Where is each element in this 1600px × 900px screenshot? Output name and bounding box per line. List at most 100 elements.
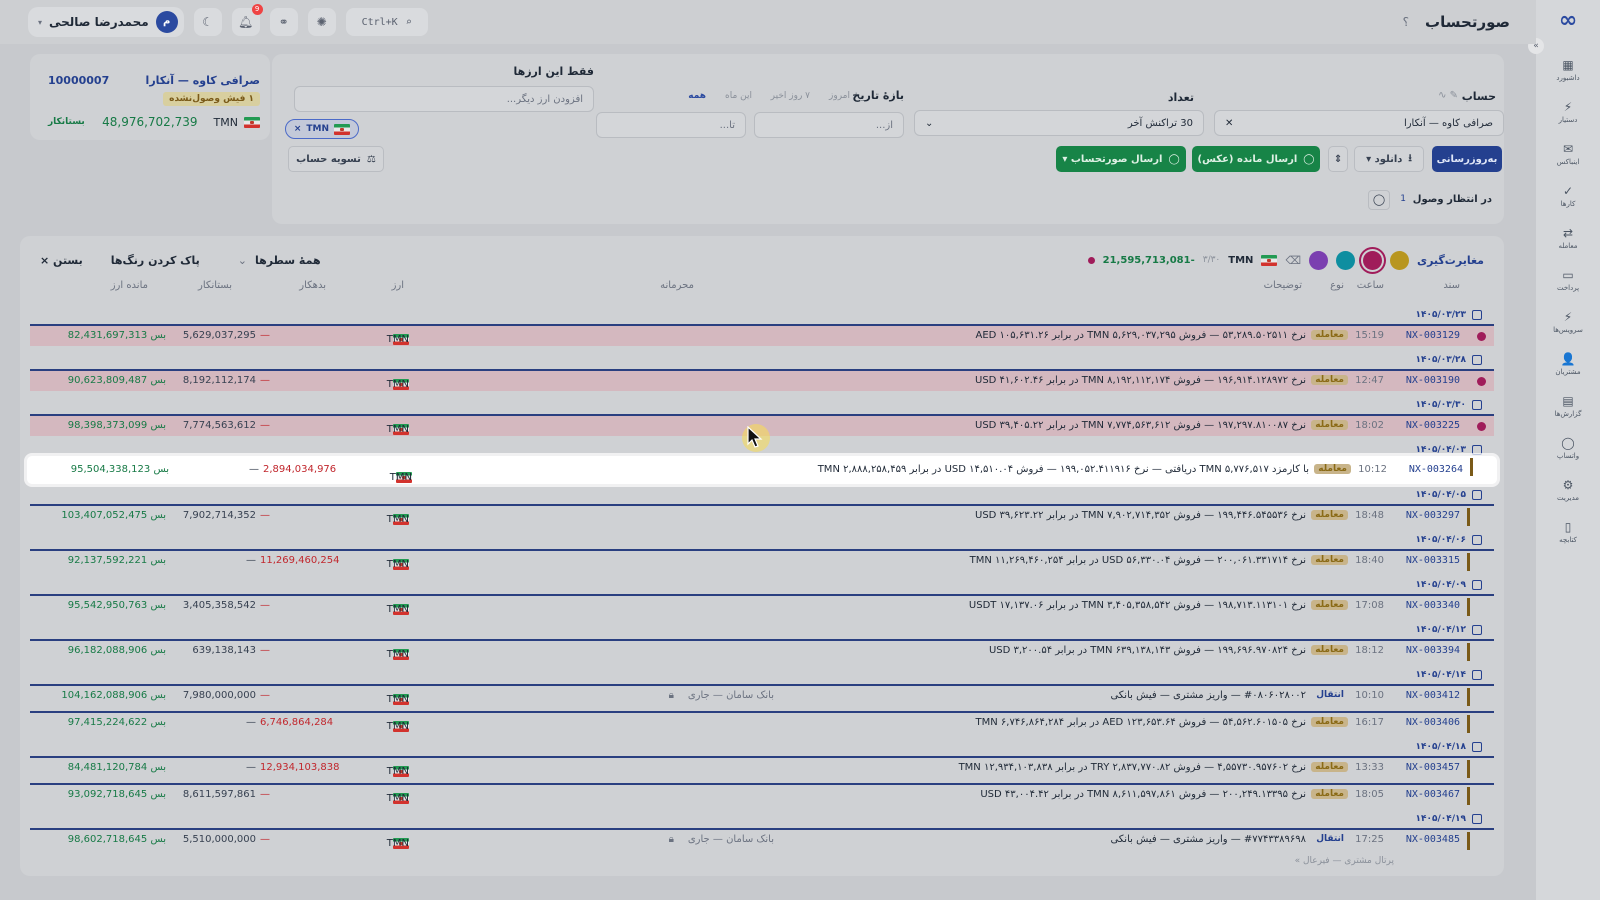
col-credit[interactable]: بستانکار xyxy=(198,280,232,291)
sidebar-item-reports[interactable]: ▤ گزارش‌ها xyxy=(1538,388,1598,424)
search-button[interactable]: ⌕ Ctrl+K xyxy=(345,8,428,36)
date-chip-all[interactable]: همه xyxy=(688,91,706,101)
doc-number-link[interactable]: NX-003485 xyxy=(1406,834,1460,845)
table-row[interactable]: NX-003315 18:40 معامله نرخ ۲۰۰,۰۶۱.۳۳۱۷۱۴ —… xyxy=(30,549,1494,571)
date-to-input[interactable]: تا... xyxy=(596,112,746,138)
edit-icon[interactable]: ✎ ∿ xyxy=(1438,90,1458,101)
row-currency-code: TMN xyxy=(386,649,409,660)
doc-number-link[interactable]: NX-003340 xyxy=(1406,600,1460,611)
col-currency[interactable]: ارز xyxy=(392,280,404,291)
mouse-cursor xyxy=(742,424,770,452)
row-balance: بس 95,504,338,123 xyxy=(70,464,169,475)
sidebar-item-tasks[interactable]: ✓ کارها xyxy=(1538,178,1598,214)
expand-button[interactable]: ⇕ xyxy=(1328,146,1348,172)
col-confidential[interactable]: محرمانه xyxy=(660,280,694,291)
table-row[interactable]: NX-003394 18:12 معامله نرخ ۱۹۹,۶۹۶.۹۷۰۸۲۴ —… xyxy=(30,639,1494,661)
theme-toggle[interactable]: ☾ xyxy=(193,8,222,36)
bug-report-button[interactable]: ✺ xyxy=(307,8,336,36)
account-select[interactable]: صرافی کاوه — آنکارا ✕ xyxy=(1214,110,1504,136)
clear-icon[interactable]: ✕ xyxy=(1225,118,1233,129)
color-swatch-purple[interactable] xyxy=(1309,250,1328,270)
send-statement-button[interactable]: ◯ ارسال صورتحساب ▾ xyxy=(1056,146,1186,172)
doc-number-link[interactable]: NX-003225 xyxy=(1406,420,1460,431)
help-icon[interactable]: ؟ xyxy=(1403,15,1409,29)
user-menu[interactable]: م محمدرضا صالحی ▾ xyxy=(28,7,184,37)
table-row[interactable]: NX-003340 17:08 معامله نرخ ۱۹۸,۷۱۳.۱۱۳۱۰۱ —… xyxy=(30,594,1494,616)
date-label: ۱۴۰۵/۰۴/۱۹ xyxy=(1415,814,1466,824)
date-chip-today[interactable]: امروز xyxy=(829,91,850,101)
remove-chip-icon[interactable]: × xyxy=(294,124,302,134)
customer-portal-link[interactable]: پرتال مشتری — فیرعال » xyxy=(1295,856,1394,866)
col-doc[interactable]: سند xyxy=(1443,280,1460,291)
doc-number-link[interactable]: NX-003412 xyxy=(1406,690,1460,701)
date-chip-week[interactable]: ۷ روز اخیر xyxy=(771,91,810,101)
doc-number-link[interactable]: NX-003315 xyxy=(1406,555,1460,566)
avatar: م xyxy=(155,11,178,33)
currency-chip-tmn[interactable]: TMN × xyxy=(284,119,359,139)
clear-colors-button[interactable]: پاک کردن رنگ‌ها xyxy=(111,254,200,267)
iran-flag-icon xyxy=(334,123,350,135)
refresh-button[interactable]: به‌روزرسانی xyxy=(1432,146,1502,172)
col-debit[interactable]: بدهکار xyxy=(299,280,326,291)
table-row[interactable]: NX-003457 13:33 معامله نرخ ۴,۵۵۷۳۰.۹۵۷۶۰۲ —… xyxy=(30,756,1494,778)
table-row[interactable]: NX-003467 18:05 معامله نرخ ۲۰۰,۲۴۹.۱۳۳۹۵ — … xyxy=(30,783,1494,805)
color-swatch-gold[interactable] xyxy=(1390,250,1409,270)
sidebar-item-customers[interactable]: 👤 مشتریان xyxy=(1538,346,1598,382)
row-color-marker[interactable] xyxy=(1477,422,1486,431)
table-row[interactable]: NX-003264 10:12 معامله با کارمزد TMN ۵,۷۷۶,… xyxy=(27,456,1497,484)
table-row[interactable]: NX-003129 15:19 معامله نرخ ۵۳,۲۸۹.۵۰۲۵۱۱ — … xyxy=(30,324,1494,346)
sidebar-item-inbox[interactable]: ✉ اینباکس xyxy=(1538,136,1598,172)
sidebar-item-payment[interactable]: ▭ پرداخت xyxy=(1538,262,1598,298)
doc-number-link[interactable]: NX-003457 xyxy=(1406,762,1460,773)
col-type[interactable]: نوع xyxy=(1330,280,1344,291)
table-row[interactable]: NX-003190 12:47 معامله نرخ ۱۹۶,۹۱۴.۱۲۸۹۷۲ —… xyxy=(30,369,1494,391)
row-type-badge: معامله xyxy=(1314,464,1351,474)
color-swatch-magenta[interactable] xyxy=(1363,250,1382,270)
link-button[interactable]: ⚭ xyxy=(269,8,298,36)
table-row[interactable]: NX-003297 18:48 معامله نرخ ۱۹۹,۴۴۶.۵۴۵۵۳۶ —… xyxy=(30,504,1494,526)
doc-number-link[interactable]: NX-003406 xyxy=(1406,717,1460,728)
doc-number-link[interactable]: NX-003264 xyxy=(1409,464,1463,475)
doc-number-link[interactable]: NX-003394 xyxy=(1406,645,1460,656)
table-row[interactable]: NX-003485 17:25 انتقال #۷۷۴۳۳۸۹۶۹۸ — واریز … xyxy=(30,828,1494,850)
download-button[interactable]: ⭳ دانلود ▾ xyxy=(1354,146,1424,172)
doc-number-link[interactable]: NX-003190 xyxy=(1406,375,1460,386)
col-time[interactable]: ساعت xyxy=(1357,280,1384,291)
sidebar-item-assistant[interactable]: ⚡ دستیار xyxy=(1538,94,1598,130)
row-description: نرخ ۲۰۰,۲۴۹.۱۳۳۹۵ — فروش TMN ۸,۶۱۱,۵۹۷,۸… xyxy=(980,789,1306,800)
doc-number-link[interactable]: NX-003129 xyxy=(1406,330,1460,341)
sidebar-item-dashboard[interactable]: ▦ داشبورد xyxy=(1538,52,1598,88)
table-row[interactable]: NX-003412 10:10 انتقال #۰۸۰۶۰۲۸۰۰۲ — واریز … xyxy=(30,684,1494,706)
eraser-icon[interactable]: ⌫ xyxy=(1285,254,1301,267)
row-debit: 11,269,460,254 xyxy=(260,555,340,566)
date-from-input[interactable]: از... xyxy=(754,112,904,138)
currency-input[interactable]: افزودن ارز دیگر... xyxy=(294,86,594,112)
doc-number-link[interactable]: NX-003467 xyxy=(1406,789,1460,800)
app-logo[interactable]: ∞ xyxy=(1551,8,1585,34)
send-balance-button[interactable]: ◯ ارسال مانده (عکس) xyxy=(1192,146,1320,172)
account-name[interactable]: صرافی کاوه — آنکارا xyxy=(146,74,260,87)
tasks-icon: ✓ xyxy=(1562,184,1574,198)
sidebar-item-trade[interactable]: ⇄ معامله xyxy=(1538,220,1598,256)
close-reconcile-button[interactable]: بستن × xyxy=(40,254,83,267)
row-color-marker[interactable] xyxy=(1477,377,1486,386)
table-row[interactable]: NX-003406 16:17 معامله نرخ ۵۴,۵۶۲.۶۰۱۵۰۵ — … xyxy=(30,711,1494,733)
date-chip-month[interactable]: این ماه xyxy=(725,91,752,101)
col-balance[interactable]: مانده ارز xyxy=(111,280,148,291)
color-swatch-teal[interactable] xyxy=(1336,250,1355,270)
sidebar-item-management[interactable]: ⚙ مدیریت xyxy=(1538,472,1598,508)
row-debit: — xyxy=(260,420,270,431)
rows-filter-select[interactable]: همهٔ سطرها xyxy=(255,254,321,267)
sidebar-item-whatsapp[interactable]: ◯ واتساپ xyxy=(1538,430,1598,466)
row-color-marker[interactable] xyxy=(1477,332,1486,341)
sidebar-item-library[interactable]: ▯ کتابچه xyxy=(1538,514,1598,550)
whatsapp-icon[interactable]: ◯ xyxy=(1368,190,1390,210)
settle-account-button[interactable]: ⚖ تسویه حساب xyxy=(288,146,384,172)
row-balance: بس 82,431,697,313 xyxy=(67,330,166,341)
row-side-bar xyxy=(1467,832,1470,850)
count-select[interactable]: 30 تراکنش آخر ⌄ xyxy=(914,110,1204,136)
notifications-button[interactable]: 🔔︎ 9 xyxy=(231,4,263,36)
col-desc[interactable]: توضیحات xyxy=(1264,280,1302,291)
sidebar-item-services[interactable]: ⚡ سرویس‌ها xyxy=(1538,304,1598,340)
doc-number-link[interactable]: NX-003297 xyxy=(1406,510,1460,521)
